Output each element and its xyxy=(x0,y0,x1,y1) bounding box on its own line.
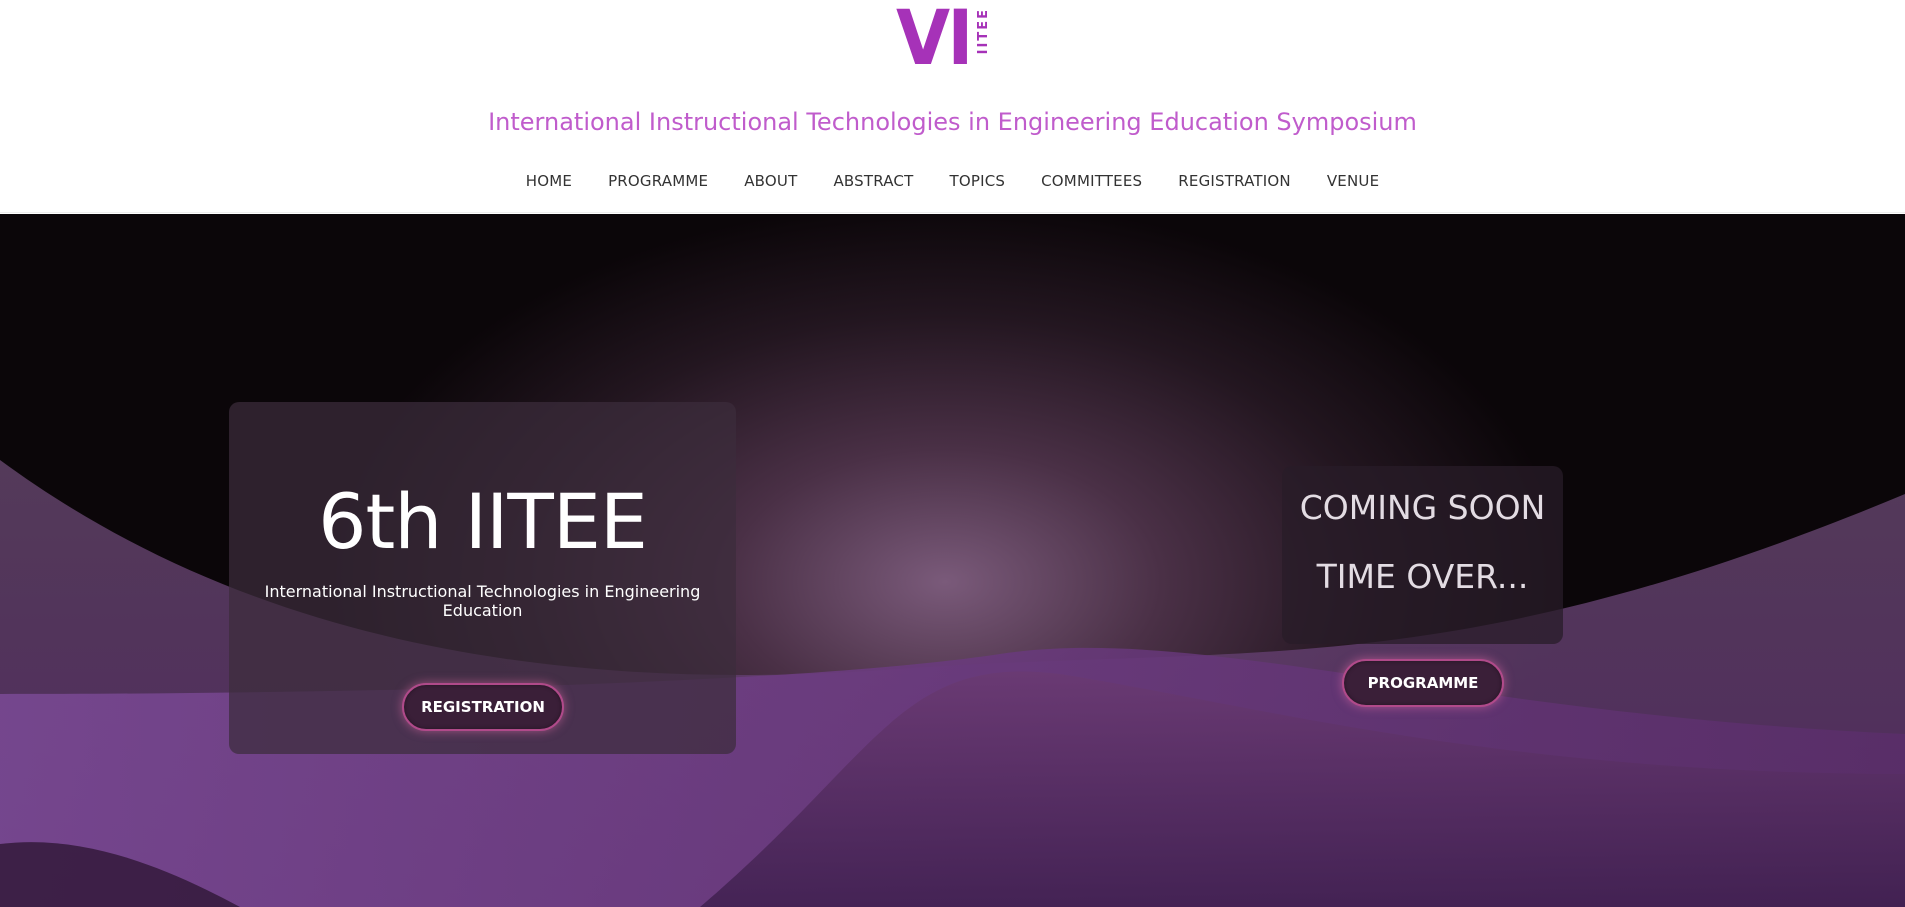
logo-mark: VI xyxy=(896,0,973,82)
site-title: International Instructional Technologies… xyxy=(488,108,1417,136)
nav-item-abstract[interactable]: ABSTRACT xyxy=(815,172,931,190)
registration-button[interactable]: REGISTRATION xyxy=(402,683,564,731)
nav-item-about[interactable]: ABOUT xyxy=(726,172,815,190)
countdown-card: COMING SOON TIME OVER... xyxy=(1282,466,1563,644)
nav-item-topics[interactable]: TOPICS xyxy=(931,172,1023,190)
nav-item-venue[interactable]: VENUE xyxy=(1309,172,1397,190)
nav-item-programme[interactable]: PROGRAMME xyxy=(590,172,726,190)
hero-section: 6th IITEE International Instructional Te… xyxy=(0,214,1905,907)
logo-subtext: IITEE xyxy=(976,8,991,55)
nav-item-registration[interactable]: REGISTRATION xyxy=(1160,172,1309,190)
event-subtitle: International Instructional Technologies… xyxy=(264,582,701,620)
countdown-timer-text: TIME OVER... xyxy=(1316,557,1529,596)
event-title: 6th IITEE xyxy=(318,477,648,566)
nav-item-home[interactable]: HOME xyxy=(508,172,590,190)
countdown-status: COMING SOON xyxy=(1299,488,1546,527)
event-card: 6th IITEE International Instructional Te… xyxy=(229,402,736,754)
nav-item-committees[interactable]: COMMITTEES xyxy=(1023,172,1160,190)
programme-button[interactable]: PROGRAMME xyxy=(1342,659,1504,707)
main-nav: HOME PROGRAMME ABOUT ABSTRACT TOPICS COM… xyxy=(0,172,1905,190)
site-header: VI IITEE International Instructional Tec… xyxy=(0,0,1905,213)
